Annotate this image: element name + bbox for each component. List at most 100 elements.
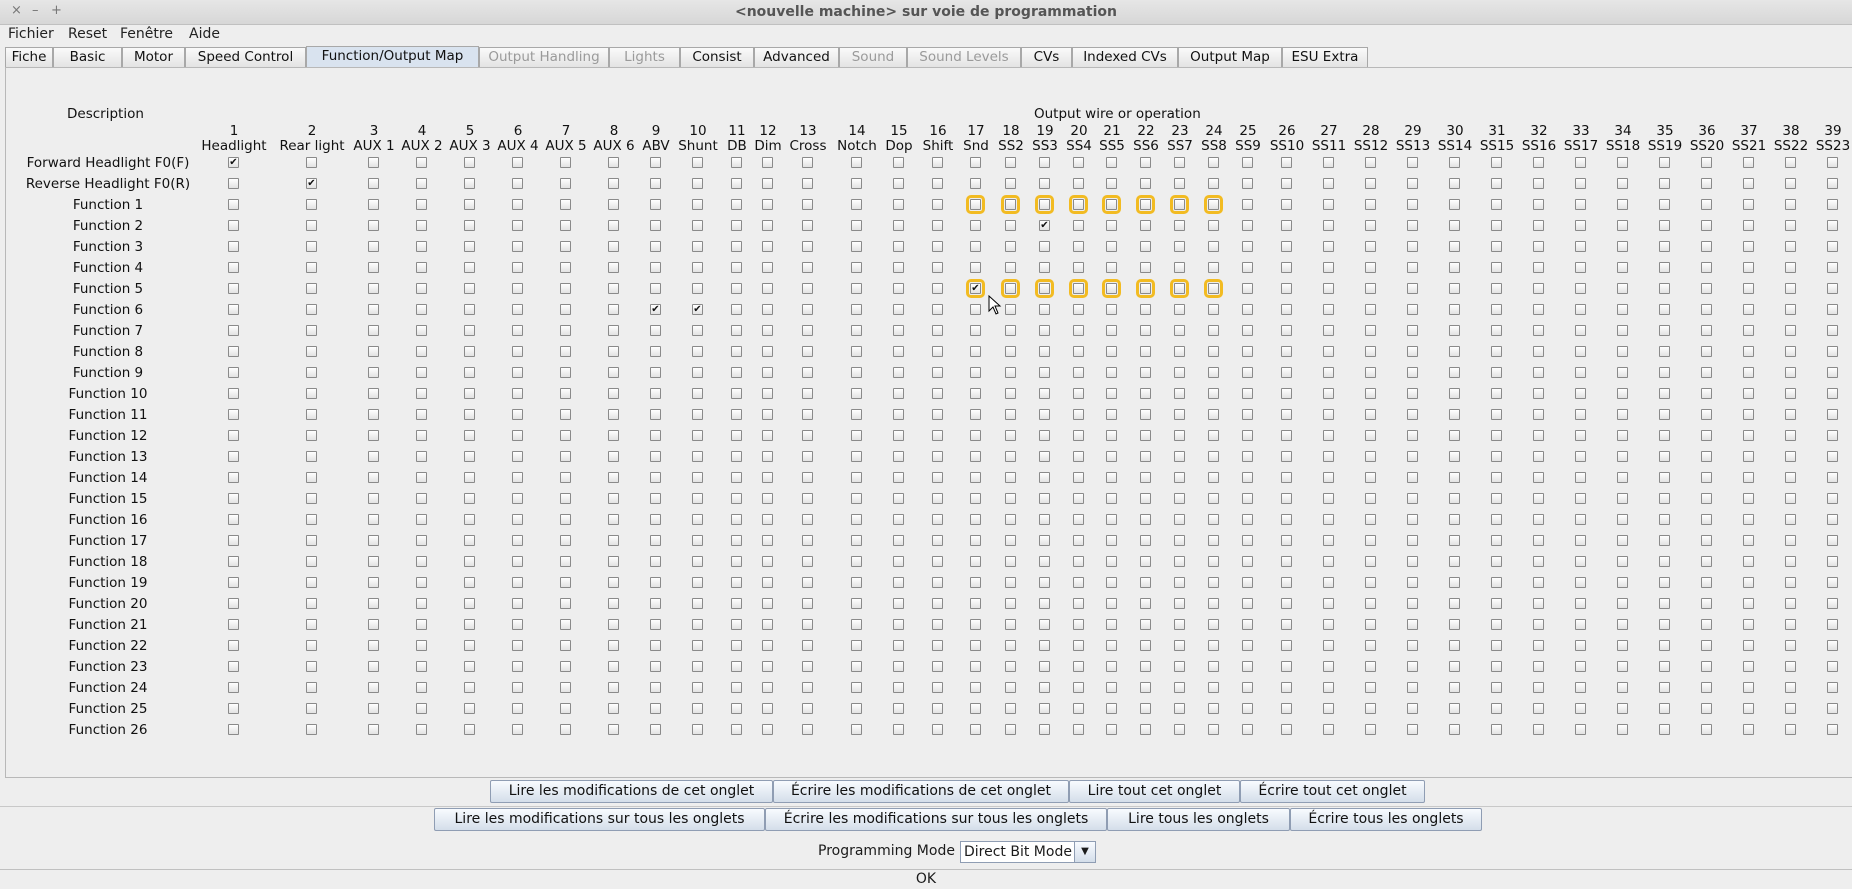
output-checkbox[interactable] [1701, 577, 1712, 588]
output-checkbox[interactable] [464, 556, 475, 567]
output-checkbox[interactable] [1073, 619, 1084, 630]
output-checkbox[interactable] [893, 199, 904, 210]
output-checkbox[interactable] [970, 535, 981, 546]
output-checkbox[interactable] [731, 724, 742, 735]
output-checkbox[interactable] [1659, 157, 1670, 168]
output-checkbox[interactable] [1365, 325, 1376, 336]
output-checkbox[interactable] [464, 325, 475, 336]
tab-output-handling[interactable]: Output Handling [479, 47, 609, 67]
output-checkbox[interactable] [306, 430, 317, 441]
output-checkbox[interactable] [1617, 430, 1628, 441]
output-checkbox[interactable] [731, 514, 742, 525]
output-checkbox[interactable] [608, 619, 619, 630]
output-checkbox[interactable] [932, 346, 943, 357]
output-checkbox[interactable] [512, 367, 523, 378]
output-checkbox[interactable] [1407, 367, 1418, 378]
output-checkbox[interactable] [1617, 262, 1628, 273]
output-checkbox[interactable] [1204, 195, 1223, 214]
output-checkbox[interactable] [1827, 388, 1838, 399]
output-checkbox[interactable] [762, 451, 773, 462]
output-checkbox[interactable] [368, 535, 379, 546]
output-checkbox[interactable] [1039, 703, 1050, 714]
output-checkbox[interactable] [560, 388, 571, 399]
output-checkbox[interactable] [1323, 346, 1334, 357]
output-checkbox[interactable] [1039, 388, 1050, 399]
output-checkbox[interactable] [1659, 241, 1670, 252]
output-checkbox[interactable] [1659, 388, 1670, 399]
output-checkbox[interactable] [893, 451, 904, 462]
output-checkbox[interactable] [464, 304, 475, 315]
output-checkbox[interactable] [1827, 157, 1838, 168]
output-checkbox[interactable] [1659, 199, 1670, 210]
output-checkbox[interactable] [1617, 640, 1628, 651]
output-checkbox[interactable] [1449, 409, 1460, 420]
output-checkbox[interactable] [1575, 262, 1586, 273]
output-checkbox[interactable] [560, 220, 571, 231]
output-checkbox[interactable] [560, 346, 571, 357]
output-checkbox[interactable] [368, 304, 379, 315]
output-checkbox[interactable] [1208, 451, 1219, 462]
output-checkbox[interactable] [228, 283, 239, 294]
output-checkbox[interactable] [731, 493, 742, 504]
output-checkbox[interactable] [1785, 682, 1796, 693]
output-checkbox[interactable] [1106, 388, 1117, 399]
output-checkbox[interactable] [1491, 346, 1502, 357]
output-checkbox[interactable] [1701, 220, 1712, 231]
output-checkbox[interactable] [416, 199, 427, 210]
output-checkbox[interactable] [306, 283, 317, 294]
output-checkbox[interactable] [464, 409, 475, 420]
output-checkbox[interactable] [1575, 409, 1586, 420]
output-checkbox[interactable] [1005, 367, 1016, 378]
output-checkbox[interactable] [1491, 577, 1502, 588]
output-checkbox[interactable] [560, 178, 571, 189]
output-checkbox[interactable] [1827, 724, 1838, 735]
output-checkbox[interactable] [1785, 514, 1796, 525]
tab-sound[interactable]: Sound [839, 47, 907, 67]
output-checkbox[interactable] [1827, 430, 1838, 441]
output-checkbox[interactable] [1827, 241, 1838, 252]
output-checkbox[interactable] [1491, 220, 1502, 231]
output-checkbox[interactable] [1005, 430, 1016, 441]
output-checkbox[interactable] [1575, 220, 1586, 231]
output-checkbox[interactable] [368, 430, 379, 441]
output-checkbox[interactable] [1323, 598, 1334, 609]
output-checkbox[interactable] [932, 514, 943, 525]
output-checkbox[interactable] [306, 346, 317, 357]
output-checkbox[interactable] [368, 157, 379, 168]
output-checkbox[interactable] [1039, 493, 1050, 504]
output-checkbox[interactable] [306, 619, 317, 630]
output-checkbox[interactable] [1005, 682, 1016, 693]
output-checkbox[interactable] [731, 640, 742, 651]
output-checkbox[interactable] [1005, 220, 1016, 231]
output-checkbox[interactable] [1174, 598, 1185, 609]
output-checkbox[interactable] [1140, 619, 1151, 630]
output-checkbox[interactable] [851, 451, 862, 462]
output-checkbox[interactable] [1785, 598, 1796, 609]
output-checkbox[interactable] [1140, 514, 1151, 525]
output-checkbox[interactable] [1701, 703, 1712, 714]
output-checkbox[interactable] [416, 325, 427, 336]
output-checkbox[interactable] [1407, 388, 1418, 399]
output-checkbox[interactable] [650, 535, 661, 546]
output-checkbox[interactable] [1659, 514, 1670, 525]
output-checkbox[interactable] [893, 493, 904, 504]
output-checkbox[interactable] [1073, 325, 1084, 336]
output-checkbox[interactable] [1575, 199, 1586, 210]
output-checkbox[interactable] [368, 556, 379, 567]
output-checkbox[interactable] [416, 409, 427, 420]
output-checkbox[interactable] [893, 304, 904, 315]
output-checkbox[interactable] [1039, 241, 1050, 252]
write-all-tabs-button[interactable]: Écrire tous les onglets [1290, 808, 1482, 831]
output-checkbox[interactable] [1208, 703, 1219, 714]
output-checkbox[interactable] [1533, 367, 1544, 378]
output-checkbox[interactable] [1039, 409, 1050, 420]
output-checkbox[interactable] [1407, 493, 1418, 504]
output-checkbox[interactable] [1827, 283, 1838, 294]
output-checkbox[interactable] [608, 178, 619, 189]
output-checkbox[interactable] [1533, 220, 1544, 231]
output-checkbox[interactable] [1743, 535, 1754, 546]
output-checkbox[interactable] [692, 346, 703, 357]
output-checkbox[interactable] [1533, 199, 1544, 210]
output-checkbox[interactable] [1073, 661, 1084, 672]
output-checkbox[interactable] [1281, 262, 1292, 273]
